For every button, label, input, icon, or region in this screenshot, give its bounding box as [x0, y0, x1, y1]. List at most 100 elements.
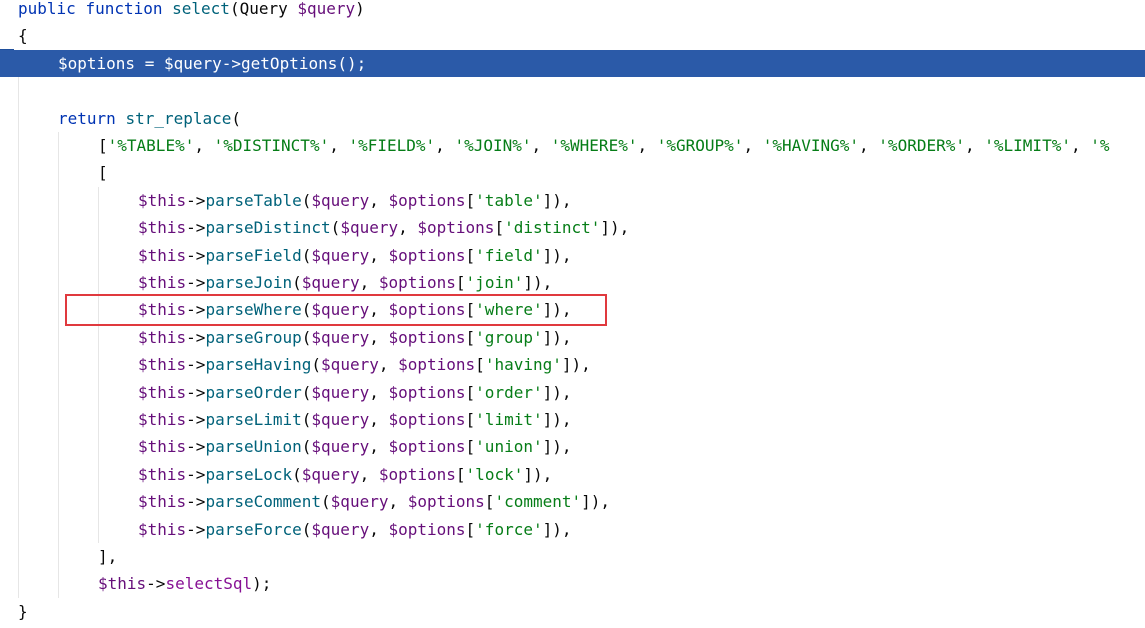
code-token: $query — [311, 327, 370, 347]
code-token: , — [398, 218, 418, 238]
code-token: , — [1070, 136, 1091, 155]
code-token: str_replace — [125, 108, 232, 128]
code-token: , — [359, 464, 379, 484]
code-token: parseLimit — [205, 410, 302, 429]
code-token: , — [369, 410, 389, 429]
code-line[interactable]: $this->parseForce($query, $options['forc… — [0, 516, 1145, 543]
code-text: ], — [98, 543, 117, 570]
code-token: $this — [138, 410, 187, 429]
code-token: 'order' — [475, 382, 543, 402]
code-line[interactable]: $this->parseOrder($query, $options['orde… — [0, 379, 1145, 406]
code-token: ]), — [542, 300, 572, 320]
code-token: , — [743, 136, 763, 155]
code-line-highlighted[interactable]: $options = $query->getOptions(); — [0, 49, 1145, 77]
code-text: $this->selectSql); — [98, 570, 271, 597]
code-token: 'lock' — [465, 464, 524, 484]
code-token: $this — [138, 437, 187, 457]
code-token: -> — [186, 218, 206, 238]
code-token: '%TABLE%' — [107, 136, 195, 155]
code-line[interactable]: $this->parseGroup($query, $options['grou… — [0, 324, 1145, 351]
code-token: ( — [301, 519, 312, 539]
code-token: $options — [388, 327, 466, 347]
code-token: $query — [311, 382, 370, 402]
code-token: parseUnion — [205, 437, 302, 457]
code-line[interactable]: $this->selectSql); — [0, 570, 1145, 597]
code-text: $this->parseLimit($query, $options['limi… — [138, 406, 572, 433]
code-token: parseTable — [205, 190, 302, 210]
code-line[interactable]: $this->parseHaving($query, $options['hav… — [0, 351, 1145, 378]
code-line[interactable]: [ — [0, 159, 1145, 186]
code-token: parseOrder — [205, 382, 302, 402]
code-token: -> — [186, 273, 206, 292]
code-line[interactable]: { — [0, 22, 1145, 49]
code-token: $options — [398, 355, 476, 375]
code-token: -> — [186, 437, 206, 457]
code-text: $this->parseDistinct($query, $options['d… — [138, 214, 629, 241]
code-line[interactable]: $this->parseWhere($query, $options['wher… — [0, 296, 1145, 323]
code-token: getOptions — [241, 53, 338, 73]
code-line[interactable]: public function select(Query $query) — [0, 0, 1145, 22]
code-token: $this — [138, 327, 187, 347]
code-token: [ — [455, 464, 466, 484]
code-token: parseLock — [205, 464, 293, 484]
code-text: $this->parseHaving($query, $options['hav… — [138, 351, 591, 378]
code-token: 'comment' — [494, 492, 582, 512]
code-token: [ — [465, 327, 476, 347]
code-line[interactable]: $this->parseField($query, $options['fiel… — [0, 242, 1145, 269]
code-token: parseGroup — [205, 327, 302, 347]
code-token: $options — [407, 492, 485, 512]
code-text: $this->parseField($query, $options['fiel… — [138, 242, 572, 269]
code-line[interactable] — [0, 77, 1145, 104]
code-token: [ — [465, 300, 476, 320]
code-token: ]), — [542, 245, 572, 265]
code-line[interactable]: ['%TABLE%', '%DISTINCT%', '%FIELD%', '%J… — [0, 132, 1145, 159]
code-token: $options — [388, 519, 466, 539]
code-token: ( — [321, 492, 331, 512]
code-token: , — [369, 190, 389, 210]
code-token: parseField — [205, 245, 302, 265]
code-line[interactable]: return str_replace( — [0, 105, 1145, 132]
code-token: selectSql — [165, 574, 253, 594]
code-text: } — [18, 598, 28, 625]
code-token: $query — [311, 437, 370, 457]
code-text: [ — [98, 159, 108, 186]
code-line[interactable]: $this->parseTable($query, $options['tabl… — [0, 187, 1145, 214]
code-token: $query — [311, 190, 370, 210]
code-token: 'where' — [475, 300, 543, 320]
code-line[interactable]: $this->parseUnion($query, $options['unio… — [0, 433, 1145, 460]
code-token: '%JOIN%' — [454, 136, 532, 155]
code-token: 'limit' — [475, 410, 543, 429]
code-token: $options — [378, 273, 456, 292]
code-token: $options — [58, 53, 136, 73]
code-token: '%ORDER%' — [878, 136, 965, 155]
code-line[interactable]: $this->parseDistinct($query, $options['d… — [0, 214, 1145, 241]
code-token: ]), — [523, 464, 553, 484]
code-token: , — [531, 136, 551, 155]
code-token: '%FIELD%' — [348, 136, 436, 155]
code-line[interactable]: ], — [0, 543, 1145, 570]
code-editor[interactable]: public function select(Query $query) {$op… — [0, 0, 1145, 628]
code-token: -> — [146, 574, 166, 594]
code-token: ]), — [561, 355, 591, 375]
code-line[interactable]: $this->parseJoin($query, $options['join'… — [0, 269, 1145, 296]
code-token: ); — [252, 574, 272, 594]
code-token: [ — [465, 519, 476, 539]
code-token: ( — [301, 382, 312, 402]
code-token: [ — [98, 136, 108, 155]
code-token: $options — [388, 300, 466, 320]
code-line[interactable]: $this->parseComment($query, $options['co… — [0, 488, 1145, 515]
code-line[interactable]: $this->parseLimit($query, $options['limi… — [0, 406, 1145, 433]
code-token: parseWhere — [205, 300, 302, 320]
code-token: $this — [98, 574, 147, 594]
code-line[interactable]: } — [0, 598, 1145, 625]
code-token: $this — [138, 355, 187, 375]
code-token: [ — [465, 382, 476, 402]
code-token: 'having' — [484, 355, 562, 375]
code-token: $this — [138, 218, 187, 238]
code-token: } — [18, 601, 28, 621]
code-line[interactable]: $this->parseLock($query, $options['lock'… — [0, 461, 1145, 488]
code-token: -> — [186, 327, 206, 347]
code-token: $query — [311, 410, 370, 429]
code-token: -> — [186, 355, 206, 375]
